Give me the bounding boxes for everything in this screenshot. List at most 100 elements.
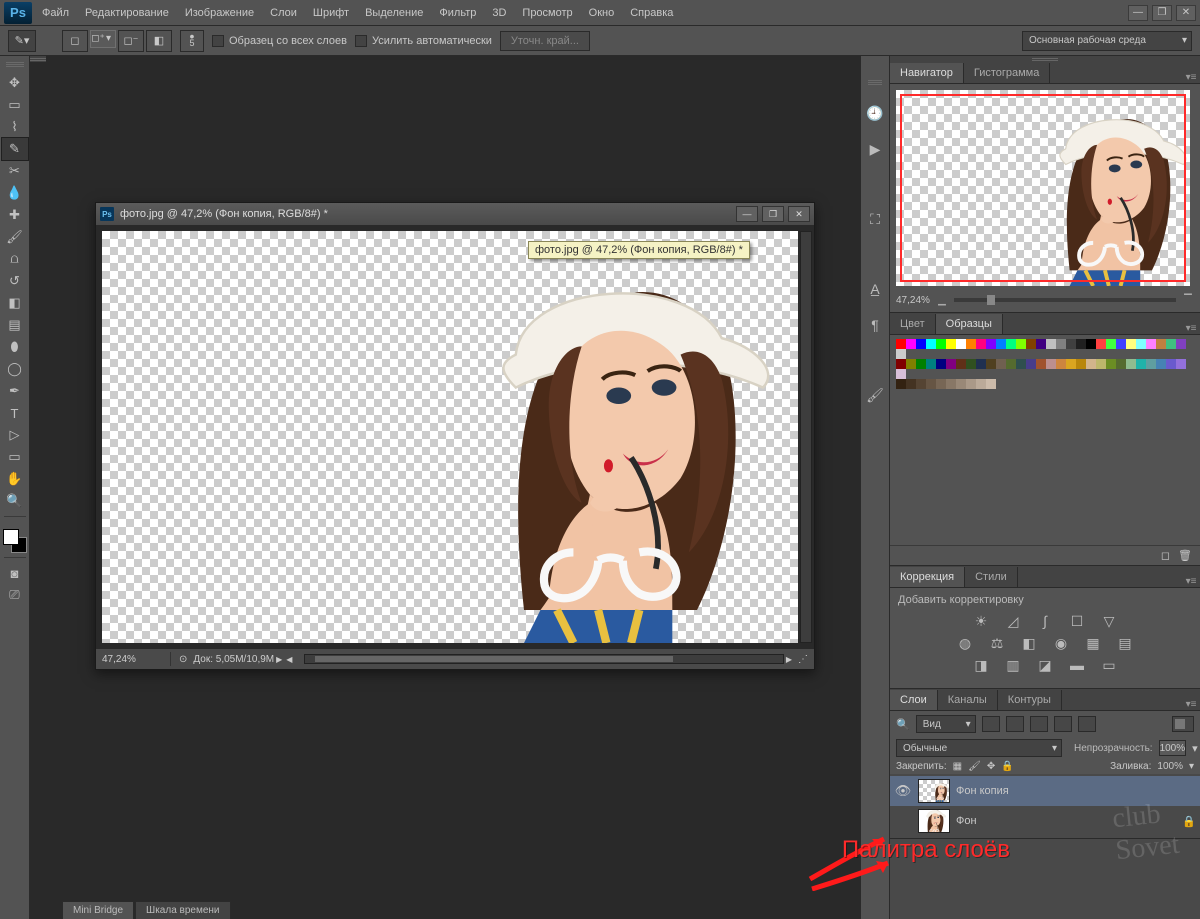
minibridge-tab[interactable]: Mini Bridge — [62, 901, 134, 919]
nav-zoom-out-icon[interactable]: ▁ — [936, 294, 948, 306]
layer-name[interactable]: Фон копия — [956, 785, 1009, 797]
menu-select[interactable]: Выделение — [365, 7, 423, 19]
refine-edge-button[interactable]: Уточн. край... — [500, 31, 590, 51]
hue-adj-icon[interactable]: ◍ — [954, 634, 976, 652]
threshold-adj-icon[interactable]: ◪ — [1034, 656, 1056, 674]
doc-horizontal-scrollbar[interactable] — [304, 654, 783, 664]
swatch[interactable] — [1156, 339, 1166, 349]
brightness-adj-icon[interactable]: ☀ — [970, 612, 992, 630]
brush-tool-icon[interactable]: 🖌 — [2, 226, 28, 248]
pen-tool-icon[interactable]: ✒ — [2, 380, 28, 402]
swatch[interactable] — [896, 369, 906, 379]
doc-maximize-button[interactable]: ❐ — [762, 206, 784, 222]
swatch[interactable] — [1076, 359, 1086, 369]
doc-resize-grip-icon[interactable]: ⋰ — [798, 654, 808, 665]
actions-panel-icon[interactable]: ▶ — [864, 138, 886, 160]
swatch[interactable] — [1146, 359, 1156, 369]
swatch[interactable] — [1116, 359, 1126, 369]
layer-thumbnail[interactable] — [918, 809, 950, 833]
selection-add-icon[interactable]: ◻⁺ — [90, 30, 116, 48]
exposure-adj-icon[interactable]: ☐ — [1066, 612, 1088, 630]
selective-color-adj-icon[interactable]: ▭ — [1098, 656, 1120, 674]
type-tool-icon[interactable]: T — [2, 402, 28, 424]
swatch[interactable] — [1026, 339, 1036, 349]
swatch[interactable] — [1126, 339, 1136, 349]
balance-adj-icon[interactable]: ⚖ — [986, 634, 1008, 652]
doc-info-menu-icon[interactable]: ▶ — [276, 655, 282, 664]
quickmask-tool-icon[interactable]: ◙ — [2, 562, 28, 584]
dock-grip[interactable] — [868, 80, 882, 86]
lock-transparency-icon[interactable]: ▦ — [953, 761, 962, 772]
shape-tool-icon[interactable]: ▭ — [2, 446, 28, 468]
selection-subtract-icon[interactable]: ◻⁻ — [118, 30, 144, 52]
swatch[interactable] — [1026, 359, 1036, 369]
swatch[interactable] — [1076, 339, 1086, 349]
hand-tool-icon[interactable]: ✋ — [2, 468, 28, 490]
fill-value[interactable]: 100% — [1157, 761, 1183, 772]
sample-all-layers-checkbox[interactable]: Образец со всех слоев — [212, 35, 347, 47]
layer-row[interactable]: Фон 🔒 — [890, 806, 1200, 836]
navigator-thumbnail[interactable] — [896, 90, 1190, 286]
swatch[interactable] — [1036, 359, 1046, 369]
app-maximize-button[interactable]: ❐ — [1152, 5, 1172, 21]
quick-select-tool-icon[interactable]: ✎ — [2, 138, 28, 160]
filter-type-icon[interactable] — [1030, 716, 1048, 732]
swatch[interactable] — [926, 359, 936, 369]
swatch[interactable] — [1046, 339, 1056, 349]
swatch[interactable] — [916, 339, 926, 349]
move-tool-icon[interactable]: ✥ — [2, 72, 28, 94]
history-brush-tool-icon[interactable]: ↺ — [2, 270, 28, 292]
lut-adj-icon[interactable]: ▤ — [1114, 634, 1136, 652]
gradient-tool-icon[interactable]: ▤ — [2, 314, 28, 336]
swatch[interactable] — [1176, 359, 1186, 369]
swatch[interactable] — [1106, 359, 1116, 369]
dodge-tool-icon[interactable]: ◯ — [2, 358, 28, 380]
swatch[interactable] — [986, 379, 996, 389]
swatch[interactable] — [1006, 359, 1016, 369]
selection-intersect-icon[interactable]: ◧ — [146, 30, 172, 52]
crop-tool-icon[interactable]: ✂ — [2, 160, 28, 182]
swatch[interactable] — [956, 379, 966, 389]
swatch[interactable] — [966, 339, 976, 349]
swatch[interactable] — [1116, 339, 1126, 349]
swatch[interactable] — [906, 379, 916, 389]
swatch[interactable] — [1016, 359, 1026, 369]
swatch[interactable] — [956, 359, 966, 369]
swatch[interactable] — [906, 339, 916, 349]
color-swatch[interactable] — [3, 529, 27, 553]
swatch[interactable] — [956, 339, 966, 349]
stamp-tool-icon[interactable]: ⩍ — [2, 248, 28, 270]
swatch[interactable] — [946, 359, 956, 369]
channels-tab[interactable]: Каналы — [938, 690, 998, 710]
swatch[interactable] — [1096, 359, 1106, 369]
hscroll-right-icon[interactable]: ▶ — [786, 655, 792, 664]
swatch[interactable] — [896, 339, 906, 349]
path-select-tool-icon[interactable]: ▷ — [2, 424, 28, 446]
swatch[interactable] — [1016, 339, 1026, 349]
swatch[interactable] — [1096, 339, 1106, 349]
toolbar-grip[interactable] — [6, 62, 24, 68]
menu-type[interactable]: Шрифт — [313, 7, 349, 19]
swatch[interactable] — [976, 379, 986, 389]
paragraph-panel-icon[interactable]: ¶ — [864, 314, 886, 336]
swatch[interactable] — [986, 359, 996, 369]
doc-zoom-value[interactable]: 47,24% — [102, 654, 162, 665]
menu-view[interactable]: Просмотр — [522, 7, 572, 19]
adjustments-menu-icon[interactable]: ▾≡ — [1182, 576, 1200, 587]
swatch[interactable] — [906, 359, 916, 369]
vibrance-adj-icon[interactable]: ▽ — [1098, 612, 1120, 630]
curves-adj-icon[interactable]: ∫ — [1034, 612, 1056, 630]
auto-enhance-checkbox[interactable]: Усилить автоматически — [355, 35, 492, 47]
swatch[interactable] — [1056, 359, 1066, 369]
swatch[interactable] — [896, 349, 906, 359]
swatch[interactable] — [1106, 339, 1116, 349]
layers-tab[interactable]: Слои — [890, 690, 938, 710]
layer-name[interactable]: Фон — [956, 815, 977, 827]
bw-adj-icon[interactable]: ◧ — [1018, 634, 1040, 652]
swatch[interactable] — [1086, 359, 1096, 369]
swatch[interactable] — [996, 359, 1006, 369]
swatch[interactable] — [1056, 339, 1066, 349]
channel-mixer-adj-icon[interactable]: ▦ — [1082, 634, 1104, 652]
doc-close-button[interactable]: ✕ — [788, 206, 810, 222]
filter-shape-icon[interactable] — [1054, 716, 1072, 732]
